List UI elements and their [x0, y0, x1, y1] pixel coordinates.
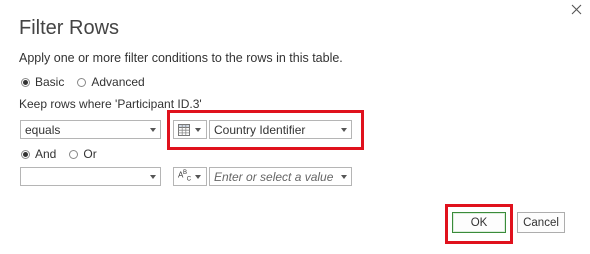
chevron-down-icon — [150, 174, 156, 179]
keep-rows-label: Keep rows where 'Participant ID.3' — [19, 97, 202, 111]
operator-dropdown-2[interactable] — [20, 167, 161, 186]
table-icon — [178, 123, 190, 136]
cancel-button[interactable]: Cancel — [517, 212, 565, 233]
ok-button[interactable]: OK — [452, 212, 506, 233]
advanced-label: Advanced — [91, 75, 145, 89]
or-radio-option[interactable]: Or — [69, 147, 97, 161]
basic-label: Basic — [35, 75, 65, 89]
or-label: Or — [83, 147, 97, 161]
and-radio-option[interactable]: And — [21, 147, 56, 161]
close-icon — [571, 4, 581, 14]
chevron-down-icon — [195, 174, 201, 179]
close-button[interactable] — [565, 0, 587, 18]
value-type-button-2[interactable]: ABC — [173, 167, 207, 186]
value-dropdown-1[interactable]: Country Identifier — [209, 120, 352, 139]
operator-value-1: equals — [25, 122, 61, 137]
chevron-down-icon — [341, 127, 347, 132]
chevron-down-icon — [195, 127, 201, 132]
dialog-title: Filter Rows — [19, 17, 120, 39]
value-text-1: Country Identifier — [214, 122, 306, 137]
advanced-radio[interactable] — [77, 77, 87, 87]
advanced-radio-option[interactable]: Advanced — [77, 75, 145, 89]
value-type-button-1[interactable] — [173, 120, 207, 139]
operator-dropdown-1[interactable]: equals — [20, 120, 161, 139]
mode-radio-group: Basic Advanced — [21, 75, 145, 89]
value-placeholder-2: Enter or select a value — [214, 169, 334, 184]
dialog-subtitle: Apply one or more filter conditions to t… — [19, 51, 343, 65]
or-radio[interactable] — [69, 149, 79, 159]
chevron-down-icon — [150, 127, 156, 132]
and-label: And — [35, 147, 57, 161]
logic-radio-group: And Or — [21, 147, 97, 161]
basic-radio-option[interactable]: Basic — [21, 75, 64, 89]
value-input-2[interactable]: Enter or select a value — [209, 167, 352, 186]
abc-text-icon: ABC — [178, 170, 191, 183]
and-radio[interactable] — [21, 149, 30, 159]
basic-radio[interactable] — [21, 77, 30, 87]
chevron-down-icon — [341, 174, 347, 179]
